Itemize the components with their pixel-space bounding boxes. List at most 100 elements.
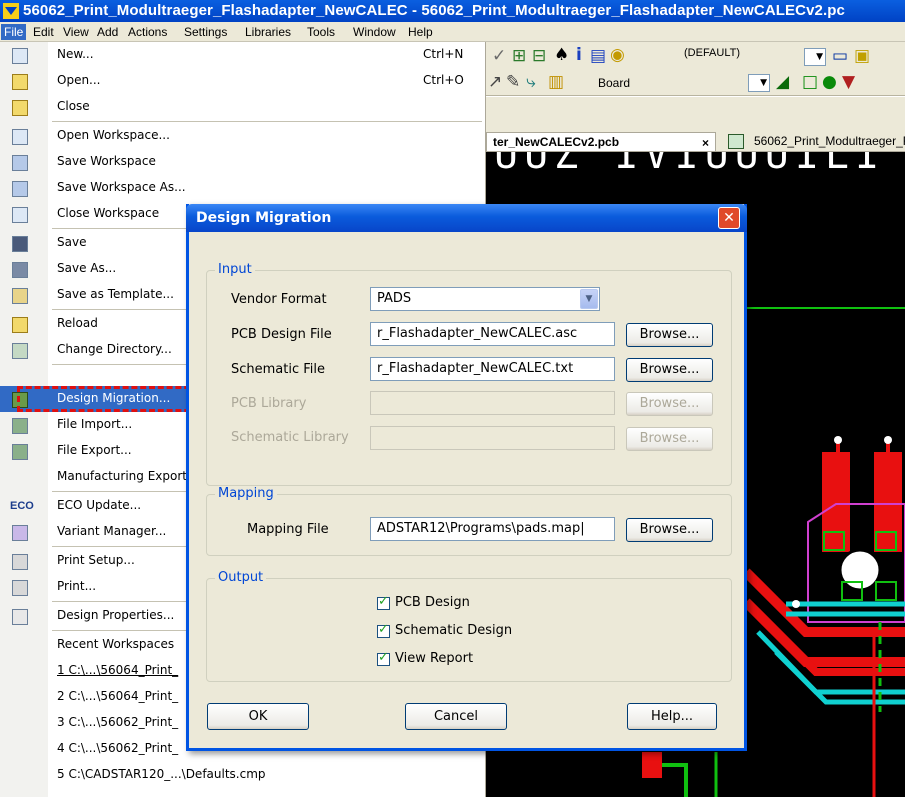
via-icon[interactable]: ◢ [776,72,789,92]
view-report-checkbox[interactable] [377,650,390,666]
close-icon[interactable]: × [702,134,709,153]
export-icon [12,444,28,460]
grid-icon[interactable]: ⊞ [512,46,526,66]
mapping-file-browse-button[interactable]: Browse... [626,518,713,542]
menu-item-close[interactable]: Close [0,94,486,120]
window-titlebar: 56062_Print_Modultraeger_Flashadapter_Ne… [0,0,905,22]
schematic-library-input [370,426,615,450]
info-icon[interactable]: i [576,45,582,65]
help-button[interactable]: Help... [627,703,717,730]
dialog-title: Design Migration [196,210,332,226]
menu-item-shortcut: Ctrl+O [423,73,464,87]
menu-edit[interactable]: Edit [30,24,57,40]
style-combo-value[interactable]: (DEFAULT) [684,47,740,59]
pcb-library-input [370,391,615,415]
menu-item-open-workspace[interactable]: Open Workspace... [0,123,486,149]
close-folder-icon [12,100,28,116]
cancel-button[interactable]: Cancel [405,703,507,730]
pcb-library-label: PCB Library [231,396,307,411]
save-as-icon [12,262,28,278]
menu-window[interactable]: Window [350,24,399,40]
properties-icon [12,609,28,625]
ok-button[interactable]: OK [207,703,309,730]
circle-icon[interactable]: ● [822,72,837,92]
menu-add[interactable]: Add [94,24,121,40]
binoculars-icon[interactable]: ♠ [554,45,569,65]
menu-actions[interactable]: Actions [125,24,170,40]
menu-view[interactable]: View [60,24,92,40]
menu-item-label: Variant Manager... [57,524,167,538]
tab-pcb-active[interactable]: ter_NewCALECv2.pcb × [486,132,716,151]
menu-item-recent-5[interactable]: 5 C:\CADSTAR120_...\Defaults.cmp [0,762,486,788]
menu-item-label: Recent Workspaces [57,637,175,651]
style-combo-dropdown[interactable]: ▼ [804,48,826,66]
menu-item-label: Save As... [57,261,117,275]
route-icon[interactable]: ⤷ [526,72,536,92]
layer-combo-value[interactable]: Board [598,76,630,90]
menu-item-label: Reload [57,316,98,330]
schematic-library-browse-button: Browse... [626,427,713,451]
close-icon[interactable]: ✕ [718,207,740,229]
menu-item-label: Save Workspace As... [57,180,186,194]
menu-separator [52,121,482,122]
annotation-highlight-box [17,386,199,412]
window-title: 56062_Print_Modultraeger_Flashadapter_Ne… [23,2,845,19]
menu-item-save-workspace-as[interactable]: Save Workspace As... [0,175,486,201]
palette-icon[interactable]: ◉ [610,45,625,65]
menu-item-label: Manufacturing Export [57,469,187,483]
dialog-titlebar[interactable]: Design Migration ✕ [186,204,747,232]
document-tabs: ter_NewCALECv2.pcb × 56062_Print_Modultr… [486,130,905,152]
schematic-file-input[interactable]: r_Flashadapter_NewCALEC.txt [370,357,615,381]
mapping-file-label: Mapping File [247,522,329,537]
menu-item-label: Save [57,235,87,249]
pcb-design-input[interactable]: r_Flashadapter_NewCALEC.asc [370,322,615,346]
vendor-format-select[interactable]: PADS ▼ [370,287,600,311]
menu-settings[interactable]: Settings [181,24,230,40]
mapping-legend: Mapping [215,486,277,501]
copper-icon[interactable]: ▥ [548,72,564,92]
via [834,436,842,444]
menu-item-label: Close Workspace [57,206,160,220]
output-groupbox: Output PCB Design Schematic Design View … [206,570,732,682]
arrow-icon[interactable]: ↗ [488,72,502,92]
mapping-file-input[interactable]: ADSTAR12\Programs\pads.map| [370,517,615,541]
tab-schematic[interactable]: 56062_Print_Modultraeger_Flash [720,132,905,151]
toolbar-spacer [486,97,905,130]
menu-item-label: New... [57,47,94,61]
open-workspace-icon [12,129,28,145]
check-icon[interactable]: ✓ [492,46,506,66]
funnel-icon[interactable]: ▼ [842,72,855,92]
pen-icon[interactable]: ✎ [506,72,520,92]
schematic-design-checkbox[interactable] [377,622,390,638]
menu-item-label: Save Workspace [57,154,156,168]
menu-file[interactable]: File [1,24,27,40]
layer-combo-dropdown[interactable]: ▼ [748,74,770,92]
menu-item-open[interactable]: Open... Ctrl+O [0,68,486,94]
table-icon[interactable]: ▤ [590,46,606,66]
menu-item-save-workspace[interactable]: Save Workspace [0,149,486,175]
pcb-design-checkbox[interactable] [377,594,390,610]
import-icon [12,418,28,434]
via [792,600,800,608]
menu-tools[interactable]: Tools [304,24,338,40]
print-setup-icon [12,554,28,570]
output-legend: Output [215,570,267,585]
view-icon[interactable]: ▣ [854,46,870,66]
layers-icon[interactable]: ⊟ [532,46,546,66]
menu-help[interactable]: Help [405,24,436,40]
printer-icon [12,580,28,596]
menu-item-shortcut: Ctrl+N [423,47,464,61]
menu-item-label: File Import... [57,417,133,431]
square-icon[interactable]: □ [802,72,818,92]
window-icon[interactable]: ▭ [832,46,848,66]
schematic-file-browse-button[interactable]: Browse... [626,358,713,382]
mapping-groupbox: Mapping Mapping File ADSTAR12\Programs\p… [206,486,732,556]
schematic-library-label: Schematic Library [231,430,349,445]
pcb-design-browse-button[interactable]: Browse... [626,323,713,347]
trace [662,763,688,797]
menu-libraries[interactable]: Libraries [242,24,294,40]
menu-item-new[interactable]: New... Ctrl+N [0,42,486,68]
save-disk-icon [12,236,28,252]
schematic-design-check-label: Schematic Design [395,623,513,638]
via [884,436,892,444]
